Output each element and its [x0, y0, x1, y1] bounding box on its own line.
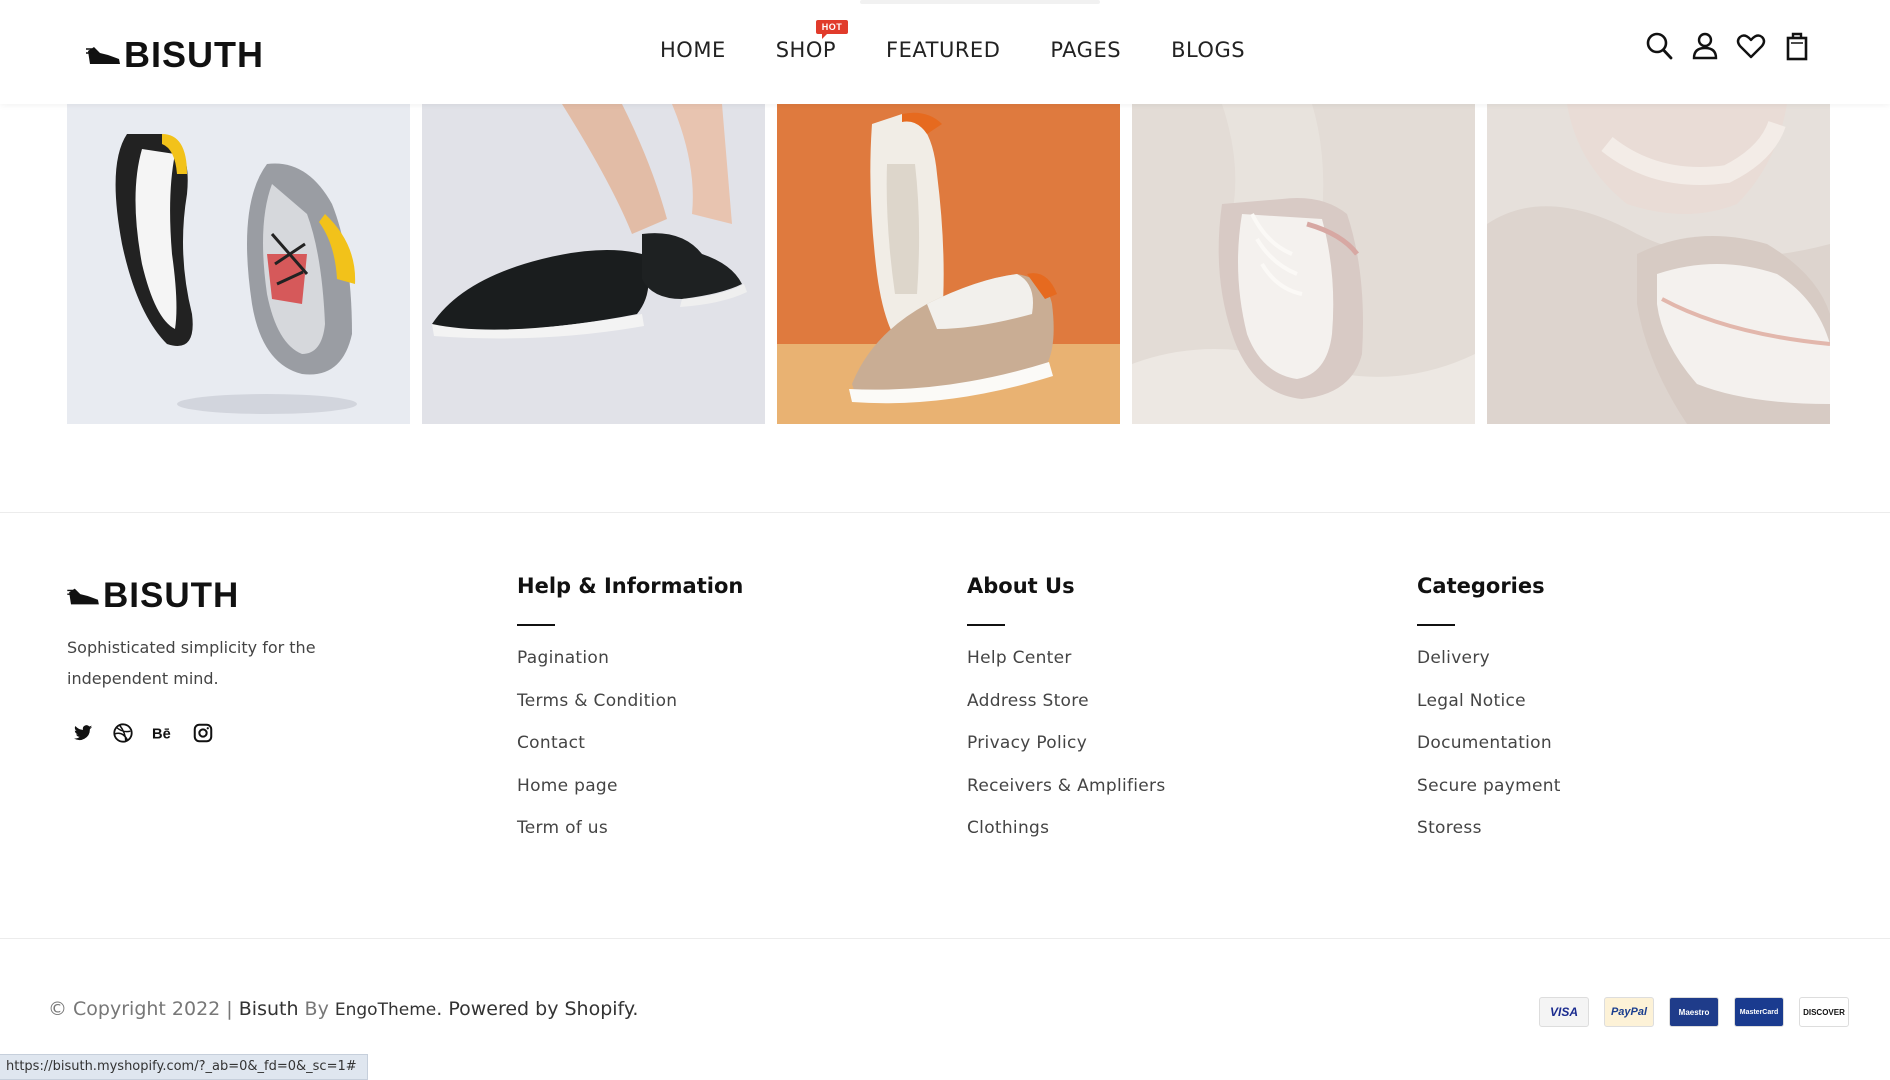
hot-badge: HOT: [815, 20, 849, 39]
gallery-image[interactable]: [777, 104, 1120, 424]
instagram-icon[interactable]: [192, 722, 214, 744]
behance-icon[interactable]: Bē: [152, 722, 174, 744]
copyright-prefix: © Copyright 2022 |: [48, 998, 239, 1020]
gallery-image[interactable]: [1132, 104, 1475, 424]
nav-blogs[interactable]: BLOGS: [1171, 38, 1245, 62]
footer-top-divider: [0, 512, 1890, 513]
instagram-gallery: [67, 104, 1842, 424]
maestro-icon: Maestro: [1669, 997, 1719, 1027]
footer-link[interactable]: Help Center: [967, 648, 1166, 691]
nav-home[interactable]: HOME: [660, 38, 726, 62]
footer-link[interactable]: Address Store: [967, 691, 1166, 734]
title-underline: [1417, 624, 1455, 626]
nav-shop-label: SHOP: [775, 38, 837, 62]
footer-link[interactable]: Secure payment: [1417, 776, 1561, 819]
footer-col-help: Help & Information Pagination Terms & Co…: [517, 574, 743, 861]
footer-link[interactable]: Delivery: [1417, 648, 1561, 691]
search-icon[interactable]: [1644, 30, 1674, 62]
main-nav: HOME SHOP HOT FEATURED PAGES BLOGS: [660, 20, 1295, 62]
visa-icon: VISA: [1539, 997, 1589, 1027]
wishlist-heart-icon[interactable]: [1736, 30, 1766, 62]
copyright-by: By: [298, 998, 335, 1020]
shoe-logo-icon: [86, 47, 120, 64]
footer-logo[interactable]: BISUTH: [67, 576, 239, 616]
mastercard-icon: MasterCard: [1734, 997, 1784, 1027]
footer-link[interactable]: Legal Notice: [1417, 691, 1561, 734]
footer-link[interactable]: Receivers & Amplifiers: [967, 776, 1166, 819]
shoe-logo-icon: [67, 588, 99, 605]
sneakers-floating-image: [67, 104, 410, 424]
nav-pages[interactable]: PAGES: [1050, 38, 1121, 62]
twitter-icon[interactable]: [72, 722, 94, 744]
nav-shop[interactable]: SHOP HOT: [775, 20, 849, 62]
social-links: Bē: [72, 722, 232, 744]
white-pink-sneaker-image: [1132, 104, 1475, 424]
footer-link[interactable]: Privacy Policy: [967, 733, 1166, 776]
paypal-icon: PayPal: [1604, 997, 1654, 1027]
title-underline: [967, 624, 1005, 626]
title-underline: [517, 624, 555, 626]
logo-text: BISUTH: [103, 576, 240, 615]
black-shoe-image: [422, 104, 765, 424]
copyright-suffix: . Powered by Shopify.: [436, 998, 639, 1020]
discover-icon: DISCOVER: [1799, 997, 1849, 1027]
white-sneakers-closeup-image: [1487, 104, 1830, 424]
cart-bag-icon[interactable]: [1782, 30, 1812, 62]
footer-link[interactable]: Contact: [517, 733, 743, 776]
site-header: BISUTH HOME SHOP HOT FEATURED PAGES BLOG…: [0, 0, 1890, 104]
copyright-text: © Copyright 2022 | Bisuth By EngoTheme. …: [48, 998, 638, 1020]
footer-link[interactable]: Terms & Condition: [517, 691, 743, 734]
gallery-image[interactable]: [67, 104, 410, 424]
header-icons: [1644, 30, 1828, 62]
footer-col-categories: Categories Delivery Legal Notice Documen…: [1417, 574, 1561, 861]
footer-link[interactable]: Term of us: [517, 818, 743, 861]
footer-col-about: About Us Help Center Address Store Priva…: [967, 574, 1166, 861]
svg-text:Bē: Bē: [152, 727, 171, 743]
beige-sneakers-orange-bg-image: [777, 104, 1120, 424]
footer-link[interactable]: Documentation: [1417, 733, 1561, 776]
nav-featured[interactable]: FEATURED: [886, 38, 1000, 62]
browser-status-bar: https://bisuth.myshopify.com/?_ab=0&_fd=…: [0, 1054, 368, 1080]
header-logo[interactable]: BISUTH: [86, 34, 264, 76]
gallery-image[interactable]: [422, 104, 765, 424]
gallery-image[interactable]: [1487, 104, 1830, 424]
footer-bottom-divider: [0, 938, 1890, 939]
scroll-indicator: [860, 0, 1100, 4]
footer-link[interactable]: Clothings: [967, 818, 1166, 861]
footer-col-title: About Us: [967, 574, 1075, 598]
footer-link[interactable]: Storess: [1417, 818, 1561, 861]
footer-link[interactable]: Pagination: [517, 648, 743, 691]
dribbble-icon[interactable]: [112, 722, 134, 744]
payment-methods: VISA PayPal Maestro MasterCard DISCOVER: [1539, 997, 1864, 1027]
footer-col-title: Categories: [1417, 574, 1545, 598]
footer-link[interactable]: Home page: [517, 776, 743, 819]
copyright-author-link[interactable]: EngoTheme: [335, 1000, 436, 1020]
footer-col-title: Help & Information: [517, 574, 744, 598]
copyright-brand-link[interactable]: Bisuth: [239, 998, 299, 1020]
logo-text: BISUTH: [124, 34, 264, 75]
account-icon[interactable]: [1690, 30, 1720, 62]
footer-tagline: Sophisticated simplicity for the indepen…: [67, 638, 316, 688]
